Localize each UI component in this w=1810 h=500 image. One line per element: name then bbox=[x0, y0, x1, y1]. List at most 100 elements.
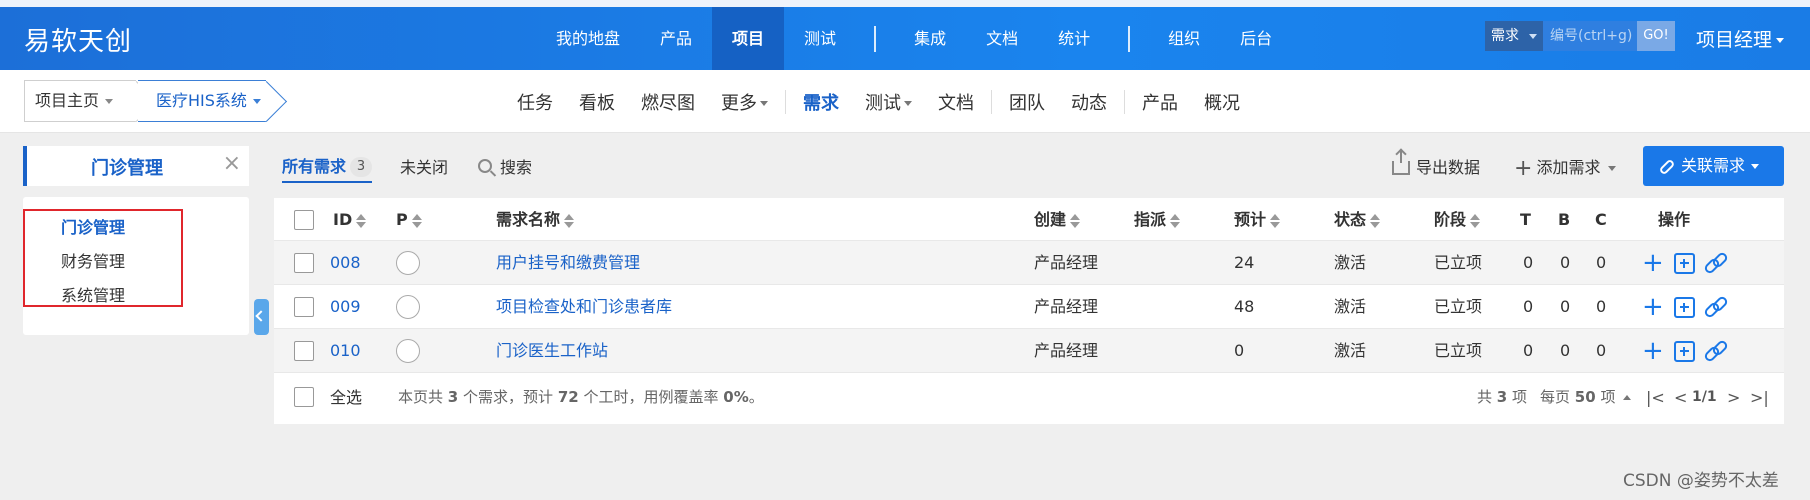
nav-product[interactable]: 产品 bbox=[640, 7, 712, 70]
tab-team[interactable]: 团队 bbox=[996, 89, 1058, 115]
sort-icon bbox=[411, 213, 422, 228]
column-header-assignee[interactable]: 指派 bbox=[1134, 198, 1181, 242]
nav-divider bbox=[785, 89, 786, 114]
nav-divider bbox=[1124, 89, 1125, 114]
tab-burndown[interactable]: 燃尽图 bbox=[628, 89, 708, 115]
user-menu[interactable]: 项目经理 bbox=[1696, 25, 1785, 52]
tab-more[interactable]: 更多 bbox=[708, 89, 781, 115]
row-checkbox[interactable] bbox=[294, 341, 314, 361]
sort-icon bbox=[1170, 213, 1181, 228]
select-all-header-checkbox[interactable] bbox=[294, 210, 314, 230]
story-id-link[interactable]: 009 bbox=[330, 285, 361, 329]
nav-ci[interactable]: 集成 bbox=[894, 7, 966, 70]
link-story-button[interactable]: 关联需求 bbox=[1643, 146, 1784, 186]
breadcrumb-project-select[interactable]: 医疗HIS系统 bbox=[138, 80, 266, 122]
tab-test[interactable]: 测试 bbox=[852, 89, 925, 115]
column-header-creator[interactable]: 创建 bbox=[1034, 198, 1081, 242]
tab-dynamic[interactable]: 动态 bbox=[1058, 89, 1120, 115]
create-task-icon[interactable] bbox=[1674, 341, 1695, 362]
sort-icon bbox=[1370, 213, 1381, 228]
search-type-select[interactable]: 需求 bbox=[1485, 21, 1543, 51]
plus-icon[interactable]: + bbox=[1642, 329, 1664, 373]
nav-doc[interactable]: 文档 bbox=[966, 7, 1038, 70]
select-all-label[interactable]: 全选 bbox=[330, 371, 362, 424]
tab-unclosed[interactable]: 未关闭 bbox=[400, 154, 448, 178]
case-count-cell: 0 bbox=[1596, 253, 1607, 272]
tab-task[interactable]: 任务 bbox=[504, 89, 566, 115]
chevron-up-icon bbox=[1623, 395, 1632, 400]
search-go-button[interactable]: GO! bbox=[1637, 21, 1675, 51]
link-icon[interactable] bbox=[1702, 294, 1730, 320]
first-page-icon[interactable]: |< bbox=[1646, 371, 1665, 424]
column-header-name[interactable]: 需求名称 bbox=[496, 198, 575, 242]
story-name-link[interactable]: 门诊医生工作站 bbox=[496, 329, 608, 373]
add-story-button[interactable]: + 添加需求 bbox=[1514, 154, 1617, 181]
pager-per-page[interactable]: 每页 50 项 bbox=[1540, 371, 1632, 424]
column-header-status[interactable]: 状态 bbox=[1334, 198, 1381, 242]
create-task-icon[interactable] bbox=[1674, 297, 1695, 318]
column-header-stage[interactable]: 阶段 bbox=[1434, 198, 1481, 242]
tab-doc[interactable]: 文档 bbox=[925, 89, 987, 115]
plus-icon[interactable]: + bbox=[1642, 241, 1664, 285]
nav-stats[interactable]: 统计 bbox=[1038, 7, 1110, 70]
row-checkbox[interactable] bbox=[294, 297, 314, 317]
chevron-down-icon bbox=[904, 101, 912, 106]
nav-divider bbox=[874, 25, 877, 52]
nav-admin[interactable]: 后台 bbox=[1220, 7, 1292, 70]
sidebar-collapse-button[interactable] bbox=[254, 299, 269, 335]
plus-icon: + bbox=[1514, 155, 1533, 181]
priority-indicator bbox=[396, 339, 420, 363]
sort-icon bbox=[1270, 213, 1281, 228]
tab-overview[interactable]: 概况 bbox=[1191, 89, 1253, 115]
chevron-down-icon bbox=[105, 99, 114, 104]
tab-product[interactable]: 产品 bbox=[1129, 89, 1191, 115]
sort-icon bbox=[564, 213, 575, 228]
link-icon[interactable] bbox=[1702, 250, 1730, 276]
pager-total: 共 3 项 bbox=[1477, 388, 1528, 406]
tab-story[interactable]: 需求 bbox=[790, 89, 852, 115]
search-button[interactable]: 搜索 bbox=[478, 154, 532, 178]
column-header-priority[interactable]: P bbox=[396, 198, 422, 242]
nav-project[interactable]: 项目 bbox=[712, 7, 785, 70]
story-name-link[interactable]: 项目检查处和门诊患者库 bbox=[496, 285, 672, 329]
priority-indicator bbox=[396, 295, 420, 319]
bug-count-cell: 0 bbox=[1560, 253, 1571, 272]
link-icon bbox=[1658, 158, 1676, 175]
create-task-icon[interactable] bbox=[1674, 253, 1695, 274]
module-item-outpatient[interactable]: 门诊管理 bbox=[61, 214, 125, 238]
status-cell: 激活 bbox=[1334, 297, 1367, 316]
prev-page-icon[interactable]: < bbox=[1674, 371, 1687, 424]
row-checkbox[interactable] bbox=[294, 253, 314, 273]
column-header-id[interactable]: ID bbox=[333, 198, 367, 242]
nav-my[interactable]: 我的地盘 bbox=[536, 7, 640, 70]
column-header-estimate[interactable]: 预计 bbox=[1234, 198, 1281, 242]
nav-test[interactable]: 测试 bbox=[784, 7, 856, 70]
select-all-checkbox[interactable] bbox=[294, 387, 314, 407]
story-id-link[interactable]: 010 bbox=[330, 329, 361, 373]
module-item-finance[interactable]: 财务管理 bbox=[61, 248, 125, 272]
story-id-link[interactable]: 008 bbox=[330, 241, 361, 285]
column-header-t: T bbox=[1520, 210, 1531, 229]
close-icon[interactable]: × bbox=[223, 152, 241, 176]
breadcrumb-project-home[interactable]: 项目主页 bbox=[24, 80, 136, 122]
story-name-link[interactable]: 用户挂号和缴费管理 bbox=[496, 241, 640, 285]
export-button[interactable]: 导出数据 bbox=[1392, 151, 1480, 178]
table-row: 010 门诊医生工作站 产品经理 0 激活 已立项 0 0 0 + bbox=[274, 329, 1784, 373]
plus-icon[interactable]: + bbox=[1642, 285, 1664, 329]
export-icon bbox=[1392, 151, 1410, 175]
creator-cell: 产品经理 bbox=[1034, 253, 1099, 272]
tab-kanban[interactable]: 看板 bbox=[566, 89, 628, 115]
story-table: ID P 需求名称 创建 指派 预计 状态 阶段 T B C 操作 008 用户… bbox=[274, 198, 1784, 424]
column-header-actions: 操作 bbox=[1658, 210, 1691, 229]
task-count-cell: 0 bbox=[1523, 341, 1534, 360]
search-input[interactable] bbox=[1543, 21, 1637, 51]
main-nav: 我的地盘 产品 项目 测试 集成 文档 统计 组织 后台 bbox=[536, 7, 1292, 70]
creator-cell: 产品经理 bbox=[1034, 297, 1099, 316]
tab-all-stories[interactable]: 所有需求 3 bbox=[282, 153, 373, 184]
next-page-icon[interactable]: > bbox=[1727, 371, 1740, 424]
module-item-system[interactable]: 系统管理 bbox=[61, 282, 125, 306]
last-page-icon[interactable]: >| bbox=[1750, 371, 1769, 424]
nav-org[interactable]: 组织 bbox=[1148, 7, 1220, 70]
brand-logo[interactable]: 易软天创 bbox=[24, 21, 132, 58]
link-icon[interactable] bbox=[1702, 338, 1730, 364]
